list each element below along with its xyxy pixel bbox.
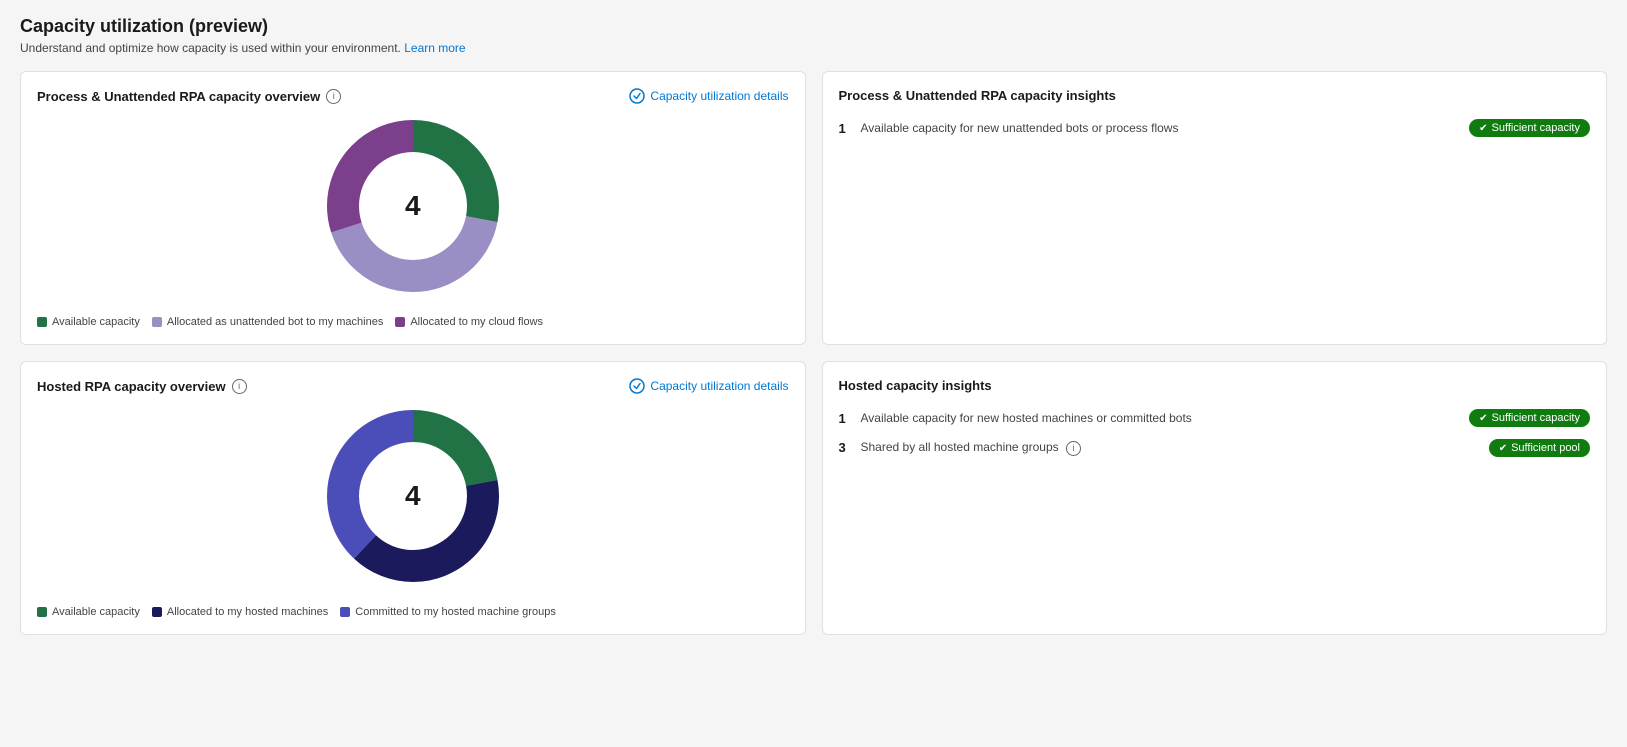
- insight-row-0: 1 Available capacity for new unattended …: [839, 119, 1591, 137]
- hosted-cap-details-check-icon: [629, 378, 645, 394]
- page-header: Capacity utilization (preview) Understan…: [20, 16, 1607, 55]
- main-grid: Process & Unattended RPA capacity overvi…: [20, 71, 1607, 635]
- hosted-insight-number-1: 3: [839, 440, 853, 455]
- hosted-rpa-donut: 4: [323, 406, 503, 586]
- sufficient-pool-badge: ✔ Sufficient pool: [1489, 439, 1590, 457]
- process-rpa-info-icon[interactable]: i: [326, 89, 341, 104]
- hosted-rpa-card-title: Hosted RPA capacity overview: [37, 379, 226, 394]
- process-rpa-overview-card: Process & Unattended RPA capacity overvi…: [20, 71, 806, 345]
- legend-item-2: Allocated to my cloud flows: [395, 316, 543, 328]
- hosted-insight-text-1: Shared by all hosted machine groups i: [861, 440, 1081, 455]
- badge-label-2: Sufficient pool: [1511, 442, 1580, 454]
- hosted-legend-dot-2: [340, 607, 350, 617]
- hosted-rpa-details-label: Capacity utilization details: [650, 379, 788, 393]
- cap-details-check-icon: [629, 88, 645, 104]
- top-row: Process & Unattended RPA capacity overvi…: [20, 71, 1607, 345]
- insight-text-0: Available capacity for new unattended bo…: [861, 121, 1179, 135]
- insight-left-0: 1 Available capacity for new unattended …: [839, 121, 1179, 136]
- hosted-legend-dot-0: [37, 607, 47, 617]
- hosted-rpa-details-link[interactable]: Capacity utilization details: [629, 378, 788, 394]
- legend-label-1: Allocated as unattended bot to my machin…: [167, 316, 383, 328]
- hosted-legend-label-1: Allocated to my hosted machines: [167, 606, 328, 618]
- legend-item-1: Allocated as unattended bot to my machin…: [152, 316, 383, 328]
- process-rpa-insights-title: Process & Unattended RPA capacity insigh…: [839, 88, 1591, 103]
- hosted-insight-text-0: Available capacity for new hosted machin…: [861, 411, 1192, 425]
- hosted-insights-title: Hosted capacity insights: [839, 378, 1591, 393]
- hosted-legend-item-1: Allocated to my hosted machines: [152, 606, 328, 618]
- legend-dot-0: [37, 317, 47, 327]
- hosted-legend-label-0: Available capacity: [52, 606, 140, 618]
- hosted-insight-row-1: 3 Shared by all hosted machine groups i …: [839, 439, 1591, 457]
- hosted-legend-label-2: Committed to my hosted machine groups: [355, 606, 556, 618]
- sufficient-capacity-badge-1: ✔ Sufficient capacity: [1469, 409, 1590, 427]
- process-rpa-details-label: Capacity utilization details: [650, 89, 788, 103]
- hosted-rpa-title-group: Hosted RPA capacity overview i: [37, 379, 247, 394]
- hosted-insight-left-0: 1 Available capacity for new hosted mach…: [839, 411, 1192, 426]
- hosted-insight-number-0: 1: [839, 411, 853, 426]
- process-rpa-card-title: Process & Unattended RPA capacity overvi…: [37, 89, 320, 104]
- process-rpa-chart: 4: [37, 116, 789, 296]
- hosted-legend-dot-1: [152, 607, 162, 617]
- hosted-insight-row-0: 1 Available capacity for new hosted mach…: [839, 409, 1591, 427]
- hosted-legend-item-2: Committed to my hosted machine groups: [340, 606, 556, 618]
- subtitle-text: Understand and optimize how capacity is …: [20, 41, 401, 55]
- sufficient-capacity-badge-0: ✔ Sufficient capacity: [1469, 119, 1590, 137]
- hosted-rpa-chart: 4: [37, 406, 789, 586]
- process-rpa-donut: 4: [323, 116, 503, 296]
- hosted-rpa-legend: Available capacity Allocated to my hoste…: [37, 602, 789, 618]
- process-rpa-insights-card: Process & Unattended RPA capacity insigh…: [822, 71, 1608, 345]
- badge-label-0: Sufficient capacity: [1492, 122, 1580, 134]
- process-rpa-center-number: 4: [405, 190, 421, 222]
- process-rpa-title-group: Process & Unattended RPA capacity overvi…: [37, 89, 341, 104]
- hosted-rpa-info-icon[interactable]: i: [232, 379, 247, 394]
- page-title: Capacity utilization (preview): [20, 16, 1607, 37]
- bottom-row: Hosted RPA capacity overview i Capacity …: [20, 361, 1607, 635]
- process-rpa-details-link[interactable]: Capacity utilization details: [629, 88, 788, 104]
- badge-check-icon-2: ✔: [1499, 443, 1507, 454]
- hosted-rpa-card-header: Hosted RPA capacity overview i Capacity …: [37, 378, 789, 394]
- page-container: Capacity utilization (preview) Understan…: [0, 0, 1627, 651]
- legend-label-2: Allocated to my cloud flows: [410, 316, 543, 328]
- process-rpa-legend: Available capacity Allocated as unattend…: [37, 312, 789, 328]
- legend-dot-1: [152, 317, 162, 327]
- legend-label-0: Available capacity: [52, 316, 140, 328]
- hosted-machine-groups-info-icon[interactable]: i: [1066, 441, 1081, 456]
- hosted-rpa-overview-card: Hosted RPA capacity overview i Capacity …: [20, 361, 806, 635]
- badge-label-1: Sufficient capacity: [1492, 412, 1580, 424]
- page-subtitle: Understand and optimize how capacity is …: [20, 41, 1607, 55]
- legend-dot-2: [395, 317, 405, 327]
- learn-more-link[interactable]: Learn more: [404, 41, 465, 55]
- badge-check-icon-0: ✔: [1479, 123, 1487, 134]
- hosted-legend-item-0: Available capacity: [37, 606, 140, 618]
- insight-number-0: 1: [839, 121, 853, 136]
- process-rpa-card-header: Process & Unattended RPA capacity overvi…: [37, 88, 789, 104]
- hosted-insights-card: Hosted capacity insights 1 Available cap…: [822, 361, 1608, 635]
- badge-check-icon-1: ✔: [1479, 413, 1487, 424]
- hosted-rpa-center-number: 4: [405, 480, 421, 512]
- hosted-insight-left-1: 3 Shared by all hosted machine groups i: [839, 440, 1081, 455]
- legend-item-0: Available capacity: [37, 316, 140, 328]
